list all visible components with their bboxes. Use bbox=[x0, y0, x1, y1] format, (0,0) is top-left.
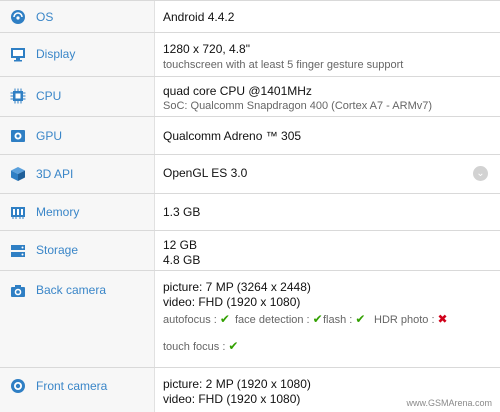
storage-total: 12 GB bbox=[163, 238, 198, 252]
front-camera-picture: picture: 2 MP (1920 x 1080) bbox=[163, 377, 311, 391]
label-cell: OS bbox=[0, 1, 155, 32]
spec-row-gpu: GPU Qualcomm Adreno ™ 305 bbox=[0, 117, 500, 155]
cpu-cores: quad core CPU @1401MHz bbox=[163, 84, 312, 98]
spec-row-3d-api: 3D API OpenGL ES 3.0 ⌄ bbox=[0, 155, 500, 194]
row-label[interactable]: Back camera bbox=[36, 283, 106, 297]
check-icon: ✔ bbox=[219, 312, 230, 326]
feature-flash: flash : ✔ bbox=[323, 312, 366, 326]
cross-icon: ✖ bbox=[437, 312, 448, 326]
spec-row-os: OS Android 4.4.2 bbox=[0, 0, 500, 33]
os-icon bbox=[11, 10, 25, 24]
storage-available: 4.8 GB bbox=[163, 253, 201, 267]
display-resolution: 1280 x 720, 4.8" bbox=[163, 42, 250, 56]
back-camera-picture: picture: 7 MP (3264 x 2448) bbox=[163, 280, 311, 294]
storage-icon bbox=[11, 245, 25, 257]
feature-autofocus: autofocus : ✔ bbox=[163, 312, 230, 326]
back-camera-video: video: FHD (1920 x 1080) bbox=[163, 295, 301, 309]
row-label[interactable]: Front camera bbox=[36, 379, 107, 393]
gpu-icon bbox=[11, 130, 25, 142]
row-label[interactable]: Storage bbox=[36, 243, 78, 257]
check-icon: ✔ bbox=[228, 339, 239, 353]
front-camera-video: video: FHD (1920 x 1080) bbox=[163, 392, 301, 406]
spec-row-back-camera: Back camera picture: 7 MP (3264 x 2448) … bbox=[0, 271, 500, 368]
spec-row-display: Display 1280 x 720, 4.8" touchscreen wit… bbox=[0, 33, 500, 77]
api-value: OpenGL ES 3.0 bbox=[163, 166, 248, 180]
cpu-soc: SoC: Qualcomm Snapdragon 400 (Cortex A7 … bbox=[163, 100, 433, 112]
watermark: www.GSMArena.com bbox=[406, 398, 492, 408]
gpu-value: Qualcomm Adreno ™ 305 bbox=[163, 129, 302, 143]
row-label[interactable]: OS bbox=[36, 10, 53, 24]
chevron-down-icon[interactable]: ⌄ bbox=[473, 166, 488, 181]
row-label[interactable]: 3D API bbox=[36, 167, 73, 181]
check-icon: ✔ bbox=[355, 312, 366, 326]
cpu-icon bbox=[10, 88, 26, 104]
check-icon: ✔ bbox=[312, 312, 323, 326]
display-icon bbox=[11, 48, 25, 62]
camera-icon bbox=[11, 285, 25, 297]
row-label[interactable]: CPU bbox=[36, 89, 61, 103]
row-label[interactable]: Memory bbox=[36, 205, 79, 219]
3d-api-icon bbox=[11, 167, 25, 181]
front-camera-icon bbox=[11, 379, 25, 393]
spec-row-storage: Storage 12 GB 4.8 GB bbox=[0, 231, 500, 271]
feature-touch-focus: touch focus : ✔ bbox=[163, 339, 239, 353]
feature-hdr-photo: HDR photo : ✖ bbox=[374, 312, 448, 326]
spec-row-cpu: CPU quad core CPU @1401MHz SoC: Qualcomm… bbox=[0, 77, 500, 117]
feature-face-detection: face detection : ✔ bbox=[235, 312, 323, 326]
display-touch: touchscreen with at least 5 finger gestu… bbox=[163, 59, 404, 71]
memory-value: 1.3 GB bbox=[163, 205, 201, 219]
row-label[interactable]: Display bbox=[36, 47, 75, 61]
row-label[interactable]: GPU bbox=[36, 129, 62, 143]
os-value: Android 4.4.2 bbox=[163, 10, 235, 24]
spec-row-memory: Memory 1.3 GB bbox=[0, 194, 500, 231]
memory-icon bbox=[11, 207, 25, 219]
